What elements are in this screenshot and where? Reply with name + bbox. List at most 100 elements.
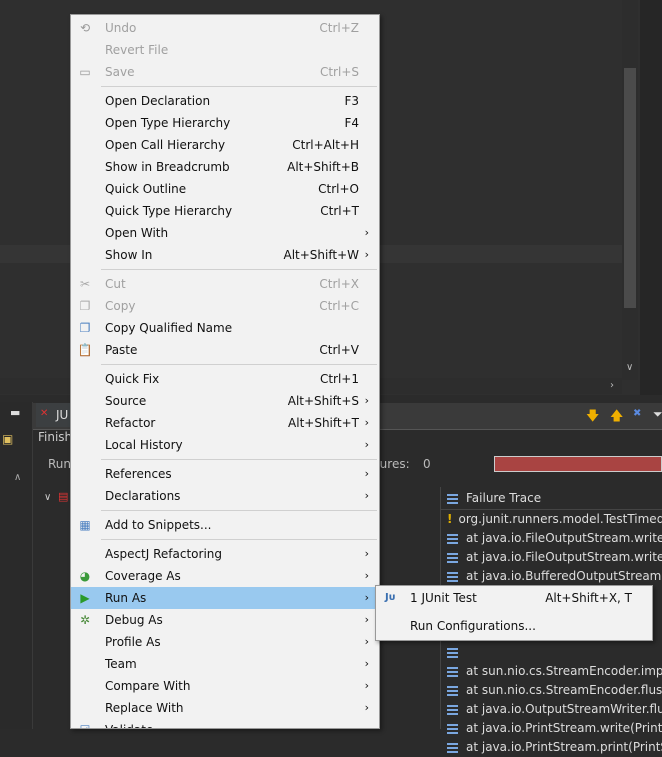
failures-count: 0 — [423, 457, 431, 471]
menu-item-shortcut: Ctrl+Alt+H — [292, 138, 359, 152]
submenu-item-run-configurations[interactable]: Run Configurations... — [376, 615, 652, 637]
trace-row-text: at java.io.FileOutputStream.write(File — [466, 550, 662, 564]
trace-row[interactable]: at sun.nio.cs.StreamEncoder.flushBuf — [441, 681, 662, 700]
menu-item-label: Show in Breadcrumb — [105, 160, 230, 174]
menu-item-coverage-as[interactable]: ◕ Coverage As › — [71, 565, 379, 587]
run-as-submenu: Jᴜ 1 JUnit Test Alt+Shift+X, T Run Configur… — [375, 585, 653, 641]
copy-qualified-icon: ❐ — [79, 321, 91, 335]
menu-item-label: Undo — [105, 21, 137, 35]
submenu-arrow-icon: › — [364, 226, 369, 239]
menu-item-replace-with[interactable]: Replace With › — [71, 697, 379, 719]
menu-item-copy-qualified-name[interactable]: ❐ Copy Qualified Name — [71, 317, 379, 339]
menu-item-shortcut: Alt+Shift+W — [283, 248, 360, 262]
menu-item-shortcut: Ctrl+X — [319, 277, 359, 291]
menu-item-undo[interactable]: ⟲ Undo Ctrl+Z — [71, 17, 379, 39]
next-failure-icon[interactable]: 🡇 — [586, 407, 599, 429]
status-text: Finish — [38, 430, 73, 444]
menu-item-save[interactable]: ▭ Save Ctrl+S — [71, 61, 379, 83]
save-icon: ▭ — [79, 65, 91, 79]
submenu-item-1-junit-test[interactable]: Jᴜ 1 JUnit Test Alt+Shift+X, T — [376, 587, 652, 609]
menu-item-compare-with[interactable]: Compare With › — [71, 675, 379, 697]
menu-item-refactor[interactable]: Refactor Alt+Shift+T › — [71, 412, 379, 434]
menu-separator — [71, 361, 379, 368]
trace-row[interactable]: at java.io.FileOutputStream.writeBytes — [441, 529, 662, 548]
menu-item-quick-outline[interactable]: Quick Outline Ctrl+O — [71, 178, 379, 200]
stack-frame-icon — [447, 552, 458, 563]
failure-trace-header: Failure Trace — [441, 487, 662, 510]
submenu-arrow-icon: › — [364, 467, 369, 480]
menu-item-declarations[interactable]: Declarations › — [71, 485, 379, 507]
scroll-down-icon[interactable]: ∨ — [626, 362, 633, 373]
menu-item-label: Open Declaration — [105, 94, 211, 108]
expand-icon[interactable]: ∨ — [44, 492, 51, 503]
menu-item-shortcut: Ctrl+T — [320, 204, 359, 218]
menu-item-team[interactable]: Team › — [71, 653, 379, 675]
trace-row[interactable] — [441, 643, 662, 662]
trace-row[interactable]: ! org.junit.runners.model.TestTimedOut — [441, 510, 662, 529]
trace-row[interactable]: at java.io.OutputStreamWriter.flushB — [441, 700, 662, 719]
menu-item-profile-as[interactable]: Profile As › — [71, 631, 379, 653]
show-failures-only-icon[interactable]: ✖ — [633, 408, 641, 419]
previous-failure-icon[interactable]: 🡅 — [610, 407, 623, 429]
scroll-right-icon[interactable]: › — [610, 380, 614, 391]
submenu-item-shortcut: Alt+Shift+X, T — [545, 591, 632, 605]
trace-row-text: at sun.nio.cs.StreamEncoder.flushBuf — [466, 683, 662, 697]
stack-frame-icon — [447, 742, 458, 753]
stack-frame-icon — [447, 704, 458, 715]
menu-item-quick-fix[interactable]: Quick Fix Ctrl+1 — [71, 368, 379, 390]
menu-item-quick-type-hierarchy[interactable]: Quick Type Hierarchy Ctrl+T — [71, 200, 379, 222]
menu-item-local-history[interactable]: Local History › — [71, 434, 379, 456]
menu-item-add-to-snippets[interactable]: ▦ Add to Snippets... — [71, 514, 379, 536]
runs-label: Run — [48, 457, 72, 471]
menu-item-debug-as[interactable]: ✲ Debug As › — [71, 609, 379, 631]
menu-item-label: Copy — [105, 299, 136, 313]
menu-item-open-with[interactable]: Open With › — [71, 222, 379, 244]
menu-item-shortcut: Ctrl+S — [319, 65, 359, 79]
menu-item-show-in-breadcrumb[interactable]: Show in Breadcrumb Alt+Shift+B — [71, 156, 379, 178]
stack-frame-icon — [447, 685, 458, 696]
editor-scrollbar-thumb[interactable] — [624, 68, 636, 308]
menu-separator — [71, 456, 379, 463]
menu-item-revert-file[interactable]: Revert File — [71, 39, 379, 61]
menu-item-aspectj-refactoring[interactable]: AspectJ Refactoring › — [71, 543, 379, 565]
menu-item-copy[interactable]: ❐ Copy Ctrl+C — [71, 295, 379, 317]
menu-item-open-declaration[interactable]: Open Declaration F3 — [71, 90, 379, 112]
menu-item-shortcut: Alt+Shift+T — [288, 416, 359, 430]
test-failed-icon: ▤ — [58, 490, 69, 503]
menu-item-label: Add to Snippets... — [105, 518, 212, 532]
history-icon[interactable]: ⏷ — [653, 407, 662, 422]
menu-item-label: Quick Type Hierarchy — [105, 204, 233, 218]
menu-item-label: Local History — [105, 438, 183, 452]
menu-item-label: Quick Fix — [105, 372, 160, 386]
trace-row[interactable]: at java.io.BufferedOutputStream.flush — [441, 567, 662, 586]
trace-row[interactable]: at java.io.FileOutputStream.write(File — [441, 548, 662, 567]
menu-separator — [71, 507, 379, 514]
trace-row-text: at java.io.PrintStream.print(PrintStre — [466, 740, 662, 754]
menu-item-label: Show In — [105, 248, 153, 262]
menu-item-label: Declarations — [105, 489, 181, 503]
menu-item-source[interactable]: Source Alt+Shift+S › — [71, 390, 379, 412]
menu-item-run-as[interactable]: ▶ Run As › — [71, 587, 379, 609]
scroll-up-icon[interactable]: ∧ — [14, 472, 21, 483]
menu-item-show-in[interactable]: Show In Alt+Shift+W › — [71, 244, 379, 266]
submenu-arrow-icon: › — [364, 547, 369, 560]
menu-item-label: Profile As — [105, 635, 161, 649]
menu-item-references[interactable]: References › — [71, 463, 379, 485]
menu-item-validate[interactable]: ☑ Validate — [71, 719, 379, 728]
submenu-item-label: 1 JUnit Test — [410, 591, 477, 605]
submenu-arrow-icon: › — [364, 679, 369, 692]
menu-item-open-type-hierarchy[interactable]: Open Type Hierarchy F4 — [71, 112, 379, 134]
menu-item-label: Refactor — [105, 416, 156, 430]
snippets-icon: ▦ — [79, 518, 91, 532]
menu-item-shortcut: Ctrl+Z — [319, 21, 359, 35]
menu-item-open-call-hierarchy[interactable]: Open Call Hierarchy Ctrl+Alt+H — [71, 134, 379, 156]
folder-icon[interactable]: ▣ — [2, 432, 13, 446]
menu-item-shortcut: F3 — [344, 94, 359, 108]
menu-item-paste[interactable]: 📋 Paste Ctrl+V — [71, 339, 379, 361]
submenu-arrow-icon: › — [364, 657, 369, 670]
trace-row[interactable]: at java.io.PrintStream.print(PrintStre — [441, 738, 662, 757]
trace-row[interactable]: at sun.nio.cs.StreamEncoder.implFlus — [441, 662, 662, 681]
menu-item-label: Revert File — [105, 43, 169, 57]
minimize-icon[interactable]: ▬ — [10, 406, 20, 419]
menu-item-cut[interactable]: ✂ Cut Ctrl+X — [71, 273, 379, 295]
